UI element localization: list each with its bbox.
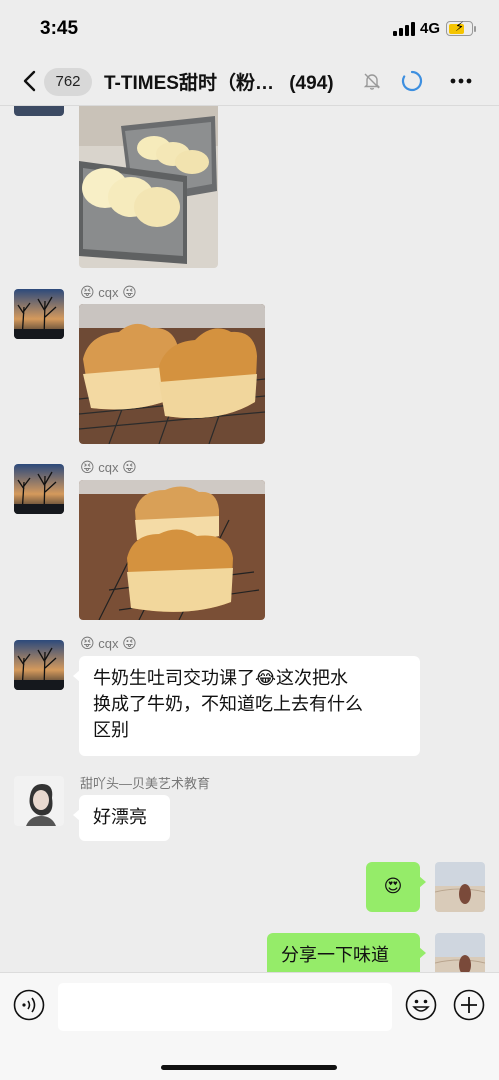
input-bar — [0, 972, 499, 1080]
avatar[interactable] — [14, 464, 64, 514]
message-image-bread-pans[interactable] — [79, 106, 218, 268]
avatar[interactable] — [14, 640, 64, 690]
loading-icon — [401, 70, 423, 92]
avatar[interactable] — [14, 289, 64, 339]
unread-badge[interactable]: 762 — [44, 68, 92, 96]
avatar[interactable] — [14, 776, 64, 826]
self-message-bubble[interactable]: 😍 — [366, 862, 426, 912]
chat-header: 762 T-TIMES甜时（粉… (494) — [0, 56, 499, 106]
voice-icon[interactable] — [13, 989, 45, 1021]
message-input[interactable] — [58, 983, 392, 1031]
plus-icon[interactable] — [453, 989, 485, 1021]
sender-name: 😝 cqx 😜 — [80, 459, 137, 475]
member-count: (494) — [289, 73, 334, 94]
sender-name: 😝 cqx 😜 — [80, 284, 137, 300]
status-time: 3:45 — [40, 18, 79, 39]
avatar[interactable] — [14, 106, 64, 116]
self-avatar[interactable] — [435, 862, 485, 912]
more-icon[interactable] — [448, 70, 474, 92]
self-message-bubble[interactable]: 分享一下味道 — [267, 933, 426, 972]
message-bubble[interactable]: 牛奶生吐司交功课了😂这次把水 换成了牛奶，不知道吃上去有什么 区别 — [73, 656, 420, 756]
back-icon[interactable] — [20, 68, 42, 94]
message-image-bread-loaves[interactable] — [79, 304, 265, 444]
self-avatar[interactable] — [435, 933, 485, 972]
status-bar: 3:45 4G ⚡ — [0, 0, 499, 56]
home-indicator — [161, 1065, 337, 1070]
sender-name: 😝 cqx 😜 — [80, 635, 137, 651]
signal-icon — [393, 22, 415, 36]
emoji-icon[interactable] — [405, 989, 437, 1021]
group-name: T-TIMES甜时（粉… — [104, 73, 274, 94]
network-type: 4G — [420, 20, 441, 37]
battery-cap — [474, 26, 476, 32]
chat-title: T-TIMES甜时（粉… (494) — [104, 68, 364, 95]
mute-bell-icon — [363, 73, 381, 90]
message-image-bread-rack[interactable] — [79, 480, 265, 620]
message-list[interactable]: 😝 cqx 😜 😝 cqx 😜 😝 cqx 😜 牛奶生吐司交功课了😂这次把水 换… — [0, 106, 499, 972]
sender-name: 甜吖头—贝美艺术教育 — [80, 776, 211, 791]
battery-icon: ⚡ — [446, 19, 473, 36]
message-bubble[interactable]: 好漂亮 — [73, 795, 170, 841]
